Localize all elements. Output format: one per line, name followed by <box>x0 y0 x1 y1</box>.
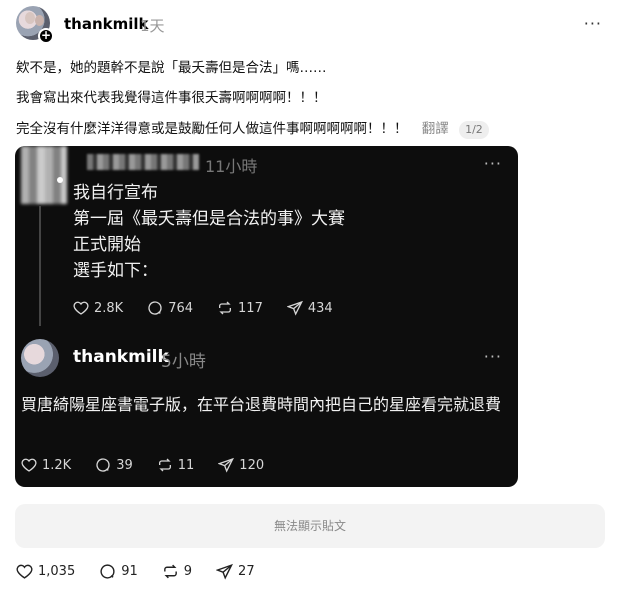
share-stat: 434 <box>286 300 333 316</box>
share-stat: 120 <box>218 457 264 473</box>
like-stat: 1.2K <box>21 457 71 473</box>
translate-link[interactable]: 翻譯 <box>422 121 449 137</box>
share-button[interactable]: 27 <box>216 563 255 580</box>
share-icon <box>216 563 234 580</box>
repost-count: 11 <box>177 457 195 473</box>
embedded-screenshot[interactable]: 11小時 ··· 我自行宣布 第一屆《最夭壽但是合法的事》大賽 正式開始 選手如… <box>15 146 518 487</box>
comment-icon <box>96 458 110 472</box>
post-text-line-1: 欸不是，她的題幹不是說「最夭壽但是合法」嗎…… <box>16 60 327 76</box>
share-count: 434 <box>307 300 333 316</box>
reply-stats: 1.2K 39 11 120 <box>21 457 264 473</box>
repost-stat: 11 <box>157 457 195 473</box>
more-icon: ··· <box>483 347 502 366</box>
share-icon <box>286 300 303 316</box>
comment-icon <box>100 564 115 579</box>
more-icon: ··· <box>483 154 502 173</box>
repost-button[interactable]: 9 <box>162 563 192 580</box>
post-text-line-3-content: 完全沒有什麼洋洋得意或是鼓勵任何人做這件事啊啊啊啊啊！！！ <box>16 121 408 137</box>
reply-username: thankmilk <box>73 347 169 367</box>
reply-body: 買唐綺陽星座書電子版，在平台退費時間內把自己的星座看完就退費 <box>21 395 502 414</box>
like-count: 1.2K <box>42 457 72 473</box>
like-count: 2.8K <box>94 300 124 316</box>
avatar <box>21 339 59 377</box>
repost-icon <box>219 301 232 315</box>
comment-button[interactable]: 91 <box>99 563 138 580</box>
quoted-line-3: 正式開始 <box>73 235 141 255</box>
repost-icon <box>158 458 171 472</box>
comment-icon <box>148 301 162 315</box>
thread-dot <box>57 177 63 183</box>
heart-icon <box>21 458 37 472</box>
repost-icon <box>163 564 177 579</box>
reply-time: 5小時 <box>161 352 206 372</box>
unavailable-post-card: 無法顯示貼文 <box>15 504 605 548</box>
post-text-line-3: 完全沒有什麼洋洋得意或是鼓勵任何人做這件事啊啊啊啊啊！！！ 翻譯 1/2 <box>16 120 489 139</box>
post-text-line-2: 我會寫出來代表我覺得這件事很夭壽啊啊啊啊！！！ <box>16 90 327 106</box>
share-count: 120 <box>239 457 265 473</box>
share-icon <box>218 457 235 473</box>
comment-stat: 39 <box>95 457 133 473</box>
follow-plus-icon[interactable]: + <box>38 28 54 44</box>
comment-count: 91 <box>121 564 138 579</box>
comment-stat: 764 <box>147 300 193 316</box>
more-icon[interactable]: ··· <box>584 14 602 33</box>
username[interactable]: thankmilk <box>64 15 149 33</box>
heart-icon <box>16 564 33 579</box>
share-count: 27 <box>238 564 255 579</box>
quoted-time: 11小時 <box>205 157 258 176</box>
image-pager: 1/2 <box>459 121 489 139</box>
quoted-line-1: 我自行宣布 <box>73 183 158 203</box>
post-header: + thankmilk 1天 ··· <box>16 6 606 46</box>
post-actions: 1,035 91 9 27 <box>16 563 255 580</box>
like-count: 1,035 <box>38 564 76 579</box>
repost-count: 9 <box>183 564 193 579</box>
post-time: 1天 <box>140 17 165 35</box>
quoted-stats: 2.8K 764 117 434 <box>73 300 333 316</box>
comment-count: 764 <box>168 300 194 316</box>
quoted-line-4: 選手如下： <box>73 261 158 281</box>
like-stat: 2.8K <box>73 300 123 316</box>
quoted-body: 我自行宣布 第一屆《最夭壽但是合法的事》大賽 正式開始 選手如下： <box>73 180 345 284</box>
comment-count: 39 <box>116 457 133 473</box>
blurred-username <box>87 154 199 170</box>
thread-line <box>39 206 41 326</box>
repost-stat: 117 <box>217 300 263 316</box>
like-button[interactable]: 1,035 <box>16 563 75 580</box>
heart-icon <box>73 301 89 315</box>
repost-count: 117 <box>238 300 263 316</box>
blurred-avatar <box>21 146 67 204</box>
quoted-line-2: 第一屆《最夭壽但是合法的事》大賽 <box>73 209 345 229</box>
